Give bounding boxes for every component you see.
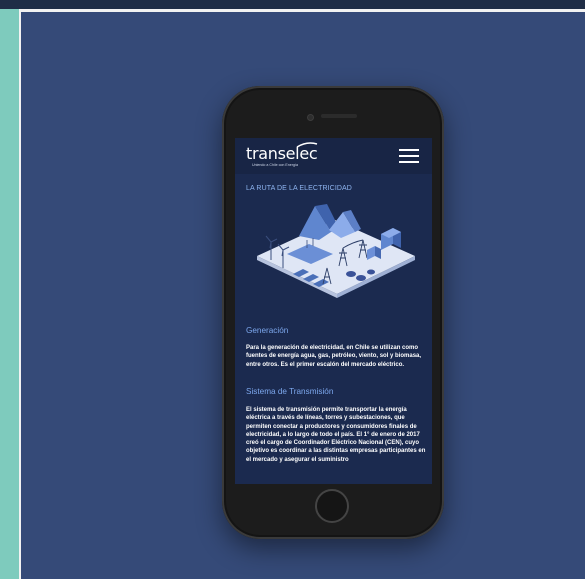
heading-generacion: Generación [246, 326, 289, 335]
app-header: transelec Uniendo a Chile con Energía [235, 138, 432, 174]
hamburger-menu-icon[interactable] [399, 149, 419, 163]
home-button[interactable] [315, 489, 349, 523]
phone-screen: transelec Uniendo a Chile con Energía LA… [235, 138, 432, 484]
electricity-route-illustration [257, 204, 415, 298]
mockup-background: transelec Uniendo a Chile con Energía LA… [21, 12, 585, 579]
phone-frame: transelec Uniendo a Chile con Energía LA… [222, 86, 444, 539]
paragraph-generacion: Para la generación de electricidad, en C… [246, 345, 422, 368]
logo-swoosh-icon [296, 142, 318, 148]
heading-sistema-transmision: Sistema de Transmisión [246, 387, 334, 396]
top-border [0, 0, 585, 9]
accent-strip [0, 9, 19, 579]
paragraph-sistema-transmision: El sistema de transmisión permite transp… [246, 407, 426, 463]
earpiece-speaker [321, 114, 357, 118]
page-title: LA RUTA DE LA ELECTRICIDAD [246, 185, 352, 192]
logo-tagline: Uniendo a Chile con Energía [252, 163, 298, 167]
front-camera-icon [307, 114, 314, 121]
